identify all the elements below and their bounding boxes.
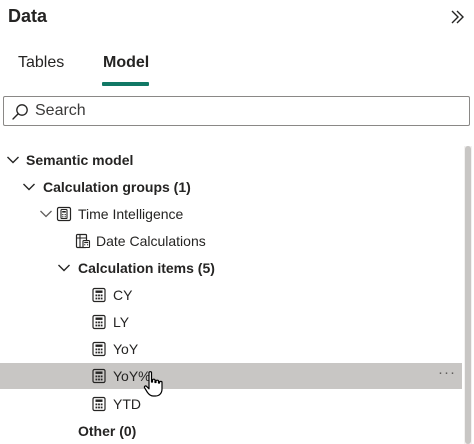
tab-tables[interactable]: Tables xyxy=(18,54,64,72)
calculator-icon xyxy=(92,287,106,303)
tree-node-label: CY xyxy=(113,287,133,303)
calculation-item-ly[interactable]: LY xyxy=(0,309,462,335)
search-icon xyxy=(12,104,28,120)
selected-tab-indicator xyxy=(102,82,149,86)
tree-node-label: Other (0) xyxy=(78,423,137,439)
pane-tabs: Tables Model xyxy=(0,48,474,88)
tree-node-label: Time Intelligence xyxy=(78,206,184,222)
pane-header: Data xyxy=(0,0,474,36)
chevron-down-icon[interactable] xyxy=(57,261,71,275)
calculator-icon xyxy=(92,314,106,330)
tree-node-label: Date Calculations xyxy=(96,233,206,249)
calculation-column-icon xyxy=(75,233,91,249)
data-pane: Data Tables Model Semantic model xyxy=(0,0,474,444)
tree-node-semantic-model[interactable]: Semantic model xyxy=(0,147,462,173)
tree-node-time-intelligence[interactable]: Time Intelligence xyxy=(0,201,462,227)
search-input[interactable] xyxy=(35,99,455,123)
calculation-item-ytd[interactable]: YTD xyxy=(0,391,462,417)
calculation-item-yoy-percent[interactable]: YoY% ··· xyxy=(0,363,462,389)
chevron-down-icon[interactable] xyxy=(6,153,20,167)
chevron-down-icon[interactable] xyxy=(39,207,53,221)
tree-node-label: Calculation groups (1) xyxy=(43,179,191,195)
tree-node-calculation-items[interactable]: Calculation items (5) xyxy=(0,255,462,281)
tree-node-label: Semantic model xyxy=(26,152,134,168)
calculation-group-icon xyxy=(56,206,72,222)
search-box xyxy=(3,96,470,126)
tree-node-label: YoY xyxy=(113,341,139,357)
tree-node-label: YTD xyxy=(113,396,141,412)
chevron-down-icon[interactable] xyxy=(22,180,36,194)
model-tree: Semantic model Calculation groups (1) Ti… xyxy=(0,146,462,444)
tree-node-label: YoY% xyxy=(113,368,151,384)
tree-node-other[interactable]: Other (0) xyxy=(0,418,462,444)
collapse-pane-button[interactable] xyxy=(446,6,468,28)
tree-scrollbar[interactable] xyxy=(464,146,472,444)
tree-node-label: Calculation items (5) xyxy=(78,260,215,276)
tree-node-label: LY xyxy=(113,314,130,330)
tree-node-calculation-groups[interactable]: Calculation groups (1) xyxy=(0,174,462,200)
scrollbar-thumb[interactable] xyxy=(465,146,471,444)
double-chevron-right-icon xyxy=(451,10,464,24)
pane-title: Data xyxy=(8,6,48,26)
calculator-icon xyxy=(92,396,106,412)
calculation-item-yoy[interactable]: YoY xyxy=(0,336,462,362)
calculator-icon xyxy=(92,368,106,384)
calculator-icon xyxy=(92,341,106,357)
calculation-item-cy[interactable]: CY xyxy=(0,282,462,308)
tree-node-date-calculations[interactable]: Date Calculations xyxy=(0,228,462,254)
more-options-button[interactable]: ··· xyxy=(438,364,456,381)
tab-model[interactable]: Model xyxy=(103,54,149,72)
